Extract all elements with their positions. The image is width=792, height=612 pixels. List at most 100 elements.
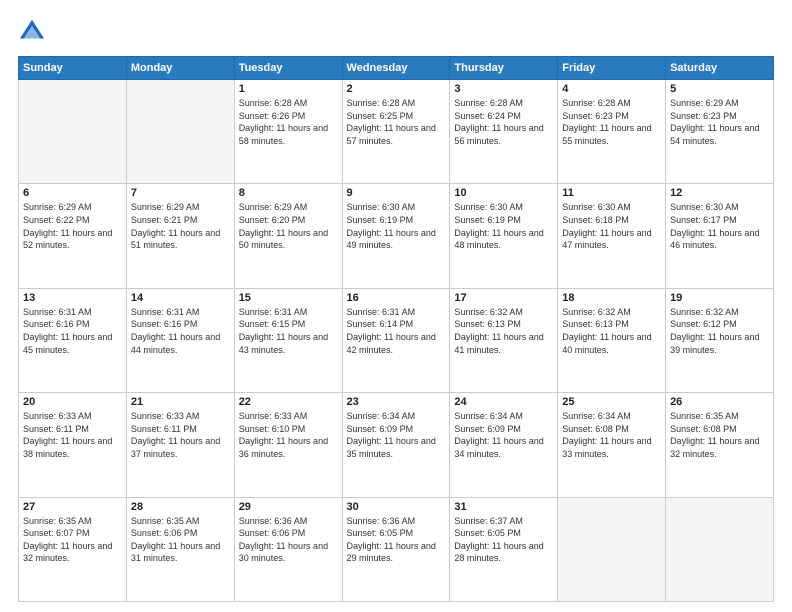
calendar-cell: 14 Sunrise: 6:31 AM Sunset: 6:16 PM Dayl… (126, 288, 234, 392)
day-info: Sunrise: 6:29 AM Sunset: 6:21 PM Dayligh… (131, 201, 230, 251)
day-number: 2 (347, 83, 446, 95)
day-number: 12 (670, 187, 769, 199)
day-number: 20 (23, 396, 122, 408)
day-info: Sunrise: 6:33 AM Sunset: 6:10 PM Dayligh… (239, 410, 338, 460)
day-number: 24 (454, 396, 553, 408)
calendar-cell: 17 Sunrise: 6:32 AM Sunset: 6:13 PM Dayl… (450, 288, 558, 392)
calendar-cell: 20 Sunrise: 6:33 AM Sunset: 6:11 PM Dayl… (19, 393, 127, 497)
calendar-cell: 6 Sunrise: 6:29 AM Sunset: 6:22 PM Dayli… (19, 184, 127, 288)
calendar-table: SundayMondayTuesdayWednesdayThursdayFrid… (18, 56, 774, 602)
logo (18, 18, 50, 46)
calendar-cell: 26 Sunrise: 6:35 AM Sunset: 6:08 PM Dayl… (666, 393, 774, 497)
calendar-cell: 10 Sunrise: 6:30 AM Sunset: 6:19 PM Dayl… (450, 184, 558, 288)
day-number: 7 (131, 187, 230, 199)
day-info: Sunrise: 6:30 AM Sunset: 6:19 PM Dayligh… (347, 201, 446, 251)
day-info: Sunrise: 6:32 AM Sunset: 6:13 PM Dayligh… (454, 306, 553, 356)
day-number: 14 (131, 292, 230, 304)
day-info: Sunrise: 6:30 AM Sunset: 6:17 PM Dayligh… (670, 201, 769, 251)
day-number: 31 (454, 501, 553, 513)
day-info: Sunrise: 6:31 AM Sunset: 6:16 PM Dayligh… (23, 306, 122, 356)
calendar-cell: 8 Sunrise: 6:29 AM Sunset: 6:20 PM Dayli… (234, 184, 342, 288)
day-info: Sunrise: 6:36 AM Sunset: 6:06 PM Dayligh… (239, 515, 338, 565)
calendar-week-4: 20 Sunrise: 6:33 AM Sunset: 6:11 PM Dayl… (19, 393, 774, 497)
day-info: Sunrise: 6:29 AM Sunset: 6:23 PM Dayligh… (670, 97, 769, 147)
day-info: Sunrise: 6:34 AM Sunset: 6:08 PM Dayligh… (562, 410, 661, 460)
calendar-cell: 22 Sunrise: 6:33 AM Sunset: 6:10 PM Dayl… (234, 393, 342, 497)
day-number: 11 (562, 187, 661, 199)
calendar-cell: 15 Sunrise: 6:31 AM Sunset: 6:15 PM Dayl… (234, 288, 342, 392)
day-number: 6 (23, 187, 122, 199)
calendar-header-friday: Friday (558, 57, 666, 80)
page: SundayMondayTuesdayWednesdayThursdayFrid… (0, 0, 792, 612)
calendar-cell: 5 Sunrise: 6:29 AM Sunset: 6:23 PM Dayli… (666, 80, 774, 184)
calendar-cell: 9 Sunrise: 6:30 AM Sunset: 6:19 PM Dayli… (342, 184, 450, 288)
day-info: Sunrise: 6:29 AM Sunset: 6:22 PM Dayligh… (23, 201, 122, 251)
day-info: Sunrise: 6:37 AM Sunset: 6:05 PM Dayligh… (454, 515, 553, 565)
day-info: Sunrise: 6:32 AM Sunset: 6:13 PM Dayligh… (562, 306, 661, 356)
calendar-cell: 12 Sunrise: 6:30 AM Sunset: 6:17 PM Dayl… (666, 184, 774, 288)
day-info: Sunrise: 6:29 AM Sunset: 6:20 PM Dayligh… (239, 201, 338, 251)
calendar-week-2: 6 Sunrise: 6:29 AM Sunset: 6:22 PM Dayli… (19, 184, 774, 288)
day-info: Sunrise: 6:30 AM Sunset: 6:18 PM Dayligh… (562, 201, 661, 251)
day-info: Sunrise: 6:33 AM Sunset: 6:11 PM Dayligh… (131, 410, 230, 460)
calendar-header-wednesday: Wednesday (342, 57, 450, 80)
calendar-cell (19, 80, 127, 184)
day-number: 19 (670, 292, 769, 304)
day-info: Sunrise: 6:28 AM Sunset: 6:26 PM Dayligh… (239, 97, 338, 147)
calendar-header-row: SundayMondayTuesdayWednesdayThursdayFrid… (19, 57, 774, 80)
day-info: Sunrise: 6:28 AM Sunset: 6:25 PM Dayligh… (347, 97, 446, 147)
day-number: 22 (239, 396, 338, 408)
day-info: Sunrise: 6:31 AM Sunset: 6:15 PM Dayligh… (239, 306, 338, 356)
day-info: Sunrise: 6:36 AM Sunset: 6:05 PM Dayligh… (347, 515, 446, 565)
calendar-cell: 27 Sunrise: 6:35 AM Sunset: 6:07 PM Dayl… (19, 497, 127, 601)
calendar-cell: 3 Sunrise: 6:28 AM Sunset: 6:24 PM Dayli… (450, 80, 558, 184)
calendar-cell: 19 Sunrise: 6:32 AM Sunset: 6:12 PM Dayl… (666, 288, 774, 392)
calendar-cell: 11 Sunrise: 6:30 AM Sunset: 6:18 PM Dayl… (558, 184, 666, 288)
day-number: 10 (454, 187, 553, 199)
day-info: Sunrise: 6:31 AM Sunset: 6:14 PM Dayligh… (347, 306, 446, 356)
header (18, 18, 774, 46)
calendar-week-3: 13 Sunrise: 6:31 AM Sunset: 6:16 PM Dayl… (19, 288, 774, 392)
calendar-cell: 21 Sunrise: 6:33 AM Sunset: 6:11 PM Dayl… (126, 393, 234, 497)
calendar-cell: 25 Sunrise: 6:34 AM Sunset: 6:08 PM Dayl… (558, 393, 666, 497)
day-info: Sunrise: 6:35 AM Sunset: 6:07 PM Dayligh… (23, 515, 122, 565)
day-info: Sunrise: 6:35 AM Sunset: 6:08 PM Dayligh… (670, 410, 769, 460)
day-number: 30 (347, 501, 446, 513)
day-number: 3 (454, 83, 553, 95)
calendar-cell (666, 497, 774, 601)
calendar-cell: 29 Sunrise: 6:36 AM Sunset: 6:06 PM Dayl… (234, 497, 342, 601)
day-number: 27 (23, 501, 122, 513)
logo-icon (18, 18, 46, 46)
calendar-cell: 13 Sunrise: 6:31 AM Sunset: 6:16 PM Dayl… (19, 288, 127, 392)
day-info: Sunrise: 6:35 AM Sunset: 6:06 PM Dayligh… (131, 515, 230, 565)
day-info: Sunrise: 6:28 AM Sunset: 6:23 PM Dayligh… (562, 97, 661, 147)
day-number: 9 (347, 187, 446, 199)
day-number: 8 (239, 187, 338, 199)
calendar-header-thursday: Thursday (450, 57, 558, 80)
day-number: 15 (239, 292, 338, 304)
calendar-cell: 31 Sunrise: 6:37 AM Sunset: 6:05 PM Dayl… (450, 497, 558, 601)
calendar-cell: 7 Sunrise: 6:29 AM Sunset: 6:21 PM Dayli… (126, 184, 234, 288)
calendar-week-1: 1 Sunrise: 6:28 AM Sunset: 6:26 PM Dayli… (19, 80, 774, 184)
day-number: 4 (562, 83, 661, 95)
day-number: 17 (454, 292, 553, 304)
calendar-header-sunday: Sunday (19, 57, 127, 80)
day-number: 28 (131, 501, 230, 513)
day-number: 21 (131, 396, 230, 408)
calendar-header-monday: Monday (126, 57, 234, 80)
day-info: Sunrise: 6:34 AM Sunset: 6:09 PM Dayligh… (347, 410, 446, 460)
day-number: 1 (239, 83, 338, 95)
calendar-cell: 1 Sunrise: 6:28 AM Sunset: 6:26 PM Dayli… (234, 80, 342, 184)
day-info: Sunrise: 6:32 AM Sunset: 6:12 PM Dayligh… (670, 306, 769, 356)
calendar-week-5: 27 Sunrise: 6:35 AM Sunset: 6:07 PM Dayl… (19, 497, 774, 601)
calendar-cell: 4 Sunrise: 6:28 AM Sunset: 6:23 PM Dayli… (558, 80, 666, 184)
day-info: Sunrise: 6:31 AM Sunset: 6:16 PM Dayligh… (131, 306, 230, 356)
day-info: Sunrise: 6:34 AM Sunset: 6:09 PM Dayligh… (454, 410, 553, 460)
day-info: Sunrise: 6:28 AM Sunset: 6:24 PM Dayligh… (454, 97, 553, 147)
day-number: 23 (347, 396, 446, 408)
day-info: Sunrise: 6:33 AM Sunset: 6:11 PM Dayligh… (23, 410, 122, 460)
calendar-cell: 24 Sunrise: 6:34 AM Sunset: 6:09 PM Dayl… (450, 393, 558, 497)
day-number: 13 (23, 292, 122, 304)
calendar-header-tuesday: Tuesday (234, 57, 342, 80)
day-info: Sunrise: 6:30 AM Sunset: 6:19 PM Dayligh… (454, 201, 553, 251)
